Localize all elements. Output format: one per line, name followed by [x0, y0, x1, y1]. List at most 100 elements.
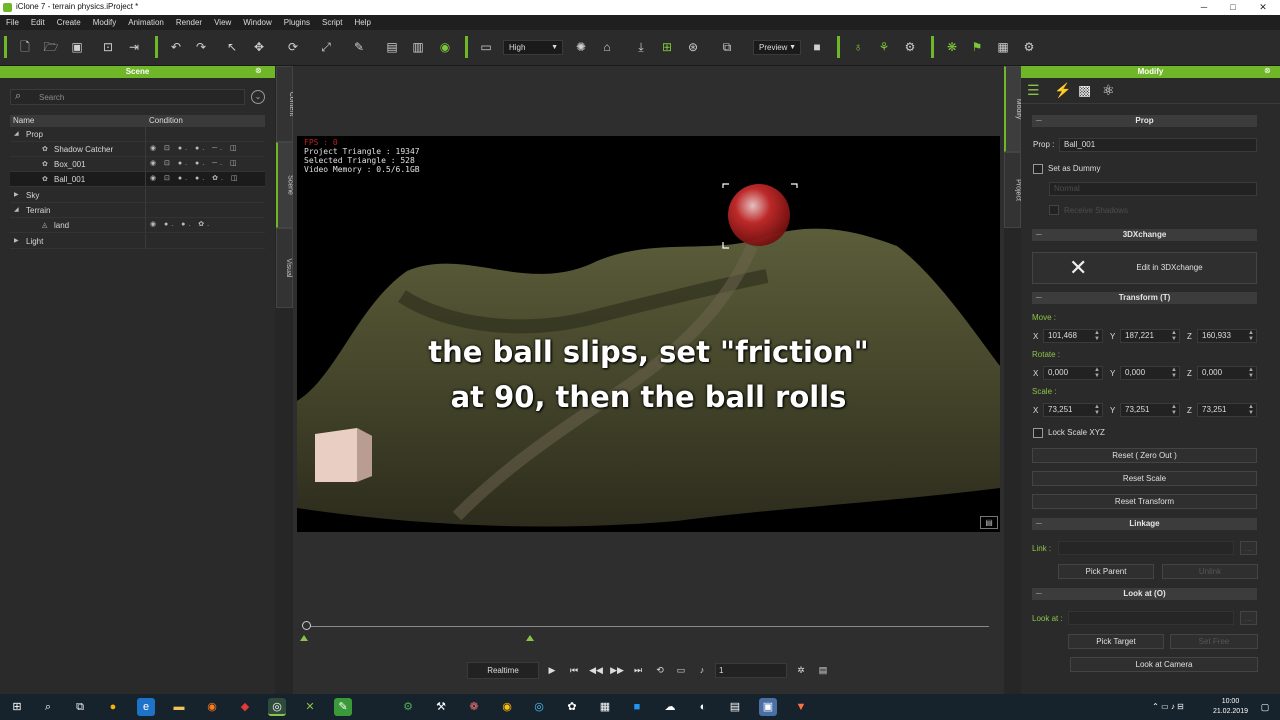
save-icon[interactable]: ▣	[69, 39, 85, 55]
chrome-like-icon[interactable]: ◐	[694, 698, 712, 716]
scale-icon[interactable]: ⤢	[318, 39, 334, 55]
spring-icon[interactable]: ❋	[944, 39, 960, 55]
condition-icons[interactable]: ◉ ⊡ ●. ●. ─. ◫	[150, 144, 240, 152]
tree-row-terrain[interactable]: ◢ Terrain	[10, 203, 265, 218]
physics-icon[interactable]: ♁	[850, 39, 866, 55]
firefox-icon[interactable]: ◉	[203, 698, 221, 716]
office-icon[interactable]: ●	[104, 698, 122, 716]
eye-icon[interactable]: ◉	[437, 39, 453, 55]
condition-icons[interactable]: ◉ ⊡ ●. ●. ─. ◫	[150, 159, 240, 167]
app-red-icon[interactable]: ◆	[236, 698, 254, 716]
light-icon[interactable]: ✺	[573, 39, 589, 55]
settings-app-icon[interactable]: ✿	[563, 698, 581, 716]
system-clock[interactable]: 10:00 21.02.2019	[1213, 697, 1248, 717]
filter-button[interactable]: ⌄	[251, 90, 265, 104]
material-icon[interactable]: ▩	[1078, 82, 1091, 99]
realtime-mode-button[interactable]: Realtime	[467, 662, 539, 679]
preview-select[interactable]: Preview ▼	[753, 40, 801, 55]
frame-input[interactable]: 1	[715, 663, 787, 678]
prop-name-field[interactable]: Ball_001	[1059, 138, 1257, 152]
set-as-dummy-checkbox[interactable]	[1033, 164, 1043, 174]
align-icon[interactable]: ▤	[384, 39, 400, 55]
clapper-icon[interactable]: ▦	[596, 698, 614, 716]
search-icon[interactable]: ⌕	[39, 698, 57, 716]
export-icon[interactable]: ⇥	[126, 39, 142, 55]
rotate-z-field[interactable]: 0,000 ▲ ▼	[1197, 366, 1257, 380]
task-view-icon[interactable]: ⧉	[71, 698, 89, 716]
network-app-icon[interactable]: ⚙	[399, 698, 417, 716]
quality-select[interactable]: High ▼	[503, 40, 563, 55]
document-app-icon[interactable]: ▤	[726, 698, 744, 716]
tab-content[interactable]: Content	[276, 66, 295, 142]
scale-x-field[interactable]: 73,251 ▲ ▼	[1043, 403, 1103, 417]
paint-icon[interactable]: ✎	[351, 39, 367, 55]
menu-edit[interactable]: Edit	[25, 15, 51, 30]
collapsed-arrow-icon[interactable]: ▶	[14, 237, 19, 244]
iclone-taskbar-icon[interactable]: ◎	[268, 698, 286, 716]
close-button[interactable]: ✕	[1246, 0, 1280, 15]
3dxchange-taskbar-icon[interactable]: ✕	[301, 698, 319, 716]
timeline-key-marker[interactable]	[526, 635, 534, 641]
music-note-icon[interactable]: ♪	[695, 663, 709, 677]
panel-close-icon[interactable]: ⊗	[255, 66, 262, 75]
import-icon[interactable]: ⊡	[100, 39, 116, 55]
notifications-icon[interactable]: ▢	[1256, 698, 1274, 716]
flag-icon[interactable]: ⚑	[969, 39, 985, 55]
record-camera-icon[interactable]: ■	[809, 39, 825, 55]
tab-scene[interactable]: Scene	[276, 142, 293, 228]
column-name[interactable]: Name	[13, 116, 34, 125]
move-z-field[interactable]: 160,933 ▲ ▼	[1197, 329, 1257, 343]
tree-row-light[interactable]: ▶ Light	[10, 234, 265, 249]
chat-icon[interactable]: ▤	[980, 516, 998, 529]
section-transform[interactable]: ─ Transform (T)	[1032, 292, 1257, 304]
motion-tab-icon[interactable]: ⚡	[1054, 82, 1071, 99]
menu-render[interactable]: Render	[170, 15, 208, 30]
motion-icon[interactable]: ⚘	[876, 39, 892, 55]
move-y-field[interactable]: 187,221 ▲ ▼	[1120, 329, 1180, 343]
tab-visual[interactable]: Visual	[276, 228, 293, 308]
scale-y-field[interactable]: 73,251 ▲ ▼	[1120, 403, 1180, 417]
tree-row-prop[interactable]: ◢ Prop	[10, 127, 265, 142]
step-back-icon[interactable]: ◀◀	[589, 663, 603, 677]
tree-row-ball[interactable]: ✿ Ball_001 ◉ ⊡ ●. ●. ✿. ◫	[10, 172, 265, 187]
align-right-icon[interactable]: ▥	[410, 39, 426, 55]
lock-scale-checkbox[interactable]	[1033, 428, 1043, 438]
timeline-playhead[interactable]	[302, 621, 311, 630]
tree-row-shadow-catcher[interactable]: ✿ Shadow Catcher ◉ ⊡ ●. ●. ─. ◫	[10, 142, 265, 157]
undo-icon[interactable]: ↶	[168, 39, 184, 55]
tree-row-box[interactable]: ✿ Box_001 ◉ ⊡ ●. ●. ─. ◫	[10, 157, 265, 172]
section-look-at[interactable]: ─ Look at (O)	[1032, 588, 1257, 600]
scene-search-input[interactable]: ⌕ Search	[10, 89, 245, 105]
loop-icon[interactable]: ⟲	[653, 663, 667, 677]
menu-create[interactable]: Create	[51, 15, 87, 30]
condition-icons[interactable]: ◉ ●. ●. ✿.	[150, 220, 212, 228]
sliders-icon[interactable]: ☰	[1027, 82, 1040, 99]
rotate-icon[interactable]: ⟳	[285, 39, 301, 55]
browser-app-icon[interactable]: ▣	[759, 698, 777, 716]
tab-modify[interactable]: Modify	[1004, 66, 1022, 152]
collapsed-arrow-icon[interactable]: ▶	[14, 191, 19, 198]
yellow-app-icon[interactable]: ◉	[498, 698, 516, 716]
redo-icon[interactable]: ↷	[193, 39, 209, 55]
tab-project[interactable]: Project	[1004, 152, 1021, 228]
expand-arrow-icon[interactable]: ◢	[14, 206, 19, 213]
settings-icon[interactable]: ⚙	[1021, 39, 1037, 55]
new-file-icon[interactable]: 🗋	[17, 39, 33, 55]
clipboard-icon[interactable]: ▦	[995, 39, 1011, 55]
frame-selected-icon[interactable]: ⧉	[719, 39, 735, 55]
menu-animation[interactable]: Animation	[122, 15, 170, 30]
section-linkage[interactable]: ─ Linkage	[1032, 518, 1257, 530]
vlc-like-icon[interactable]: ▼	[792, 698, 810, 716]
network-icon[interactable]: ⚙	[902, 39, 918, 55]
viewport-layout-icon[interactable]: ▭	[478, 39, 494, 55]
tools-icon[interactable]: ⚒	[432, 698, 450, 716]
physics-atom-icon[interactable]: ⚛	[1102, 82, 1115, 99]
drop-to-floor-icon[interactable]: ⤓	[633, 39, 649, 55]
section-prop[interactable]: ─ Prop	[1032, 115, 1257, 127]
menu-script[interactable]: Script	[316, 15, 348, 30]
open-folder-icon[interactable]: 🗁	[43, 39, 59, 55]
menu-view[interactable]: View	[208, 15, 237, 30]
column-condition[interactable]: Condition	[149, 116, 183, 125]
timeline-track[interactable]	[306, 626, 989, 627]
skip-start-icon[interactable]: ⏮	[567, 663, 581, 677]
